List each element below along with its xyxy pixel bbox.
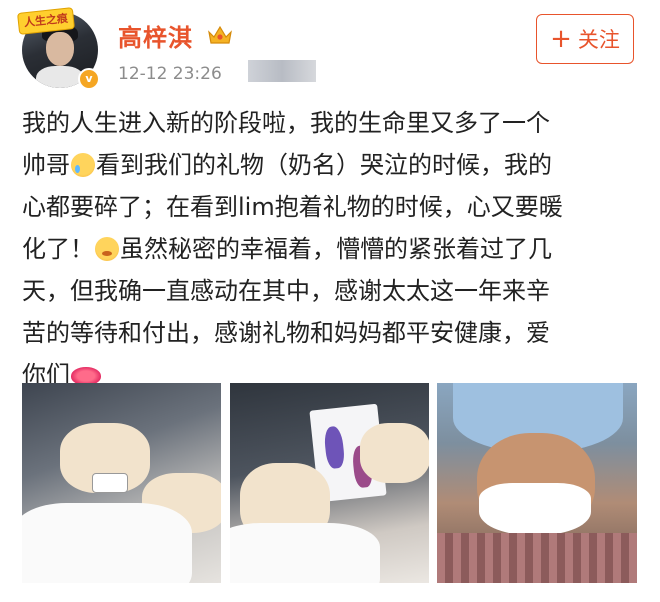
username[interactable]: 高梓淇 [118,18,193,53]
post-timestamp: 12-12 23:26 [118,64,222,84]
post-body: 我的人生进入新的阶段啦，我的生命里又多了一个 帅哥 看到我们的礼物（奶名）哭泣的时… [22,102,646,396]
avatar[interactable]: 人生之痕 v [17,7,100,90]
post-photo-2[interactable] [230,383,429,583]
plus-icon: + [550,24,572,54]
follow-label: 关注 [577,28,620,52]
touched-face-icon [95,237,119,261]
blurred-source-label [248,60,316,82]
verified-icon: v [78,68,100,90]
crying-face-icon [71,153,95,177]
post-photo-3[interactable] [437,383,637,583]
vip-crown-icon [208,25,232,44]
post-photo-1[interactable] [22,383,221,583]
follow-button[interactable]: + 关注 [536,14,634,64]
